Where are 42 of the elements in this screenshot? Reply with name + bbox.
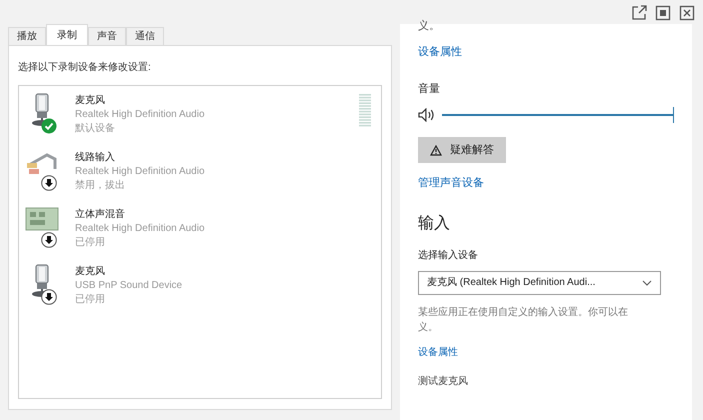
tab[interactable]: 录制 (46, 24, 88, 45)
note-text: 某些应用正在使用自定义的输入设置。你可以在 (418, 306, 629, 320)
tab[interactable]: 通信 (126, 27, 164, 45)
device-driver: Realtek High Definition Audio (75, 165, 205, 179)
device-status: 已停用 (75, 293, 106, 307)
warning-icon (430, 144, 442, 156)
close-icon[interactable] (679, 5, 695, 21)
device-status: 已停用 (75, 236, 106, 250)
device-properties-link[interactable]: 设备属性 (418, 44, 462, 60)
device-status: 禁用，拔出 (75, 179, 126, 193)
tab[interactable]: 声音 (88, 27, 126, 45)
instruction-text: 选择以下录制设备来修改设置: (18, 60, 152, 75)
test-microphone-label: 测试麦克风 (418, 374, 469, 388)
device-name: 线路输入 (75, 151, 116, 165)
device-name: 麦克风 (75, 265, 106, 279)
input-heading: 输入 (418, 214, 451, 234)
tab[interactable]: 播放 (8, 27, 46, 45)
device-item[interactable]: 线路输入 Realtek High Definition Audio 禁用，拔出 (23, 149, 323, 199)
device-item[interactable]: 麦克风 Realtek High Definition Audio 默认设备 (23, 92, 323, 142)
device-driver: USB PnP Sound Device (75, 279, 182, 293)
note-text: 义。 (418, 320, 439, 334)
device-item[interactable]: 立体声混音 Realtek High Definition Audio 已停用 (23, 206, 323, 256)
troubleshoot-button[interactable]: 疑难解答 (418, 137, 506, 163)
sound-card-icon (25, 206, 59, 232)
input-device-dropdown[interactable]: 麦克风 (Realtek High Definition Audi... (418, 270, 661, 294)
cut-off-text: 义。 (418, 20, 441, 32)
fullscreen-icon[interactable] (655, 5, 671, 21)
chevron-down-icon (642, 280, 652, 286)
select-input-label: 选择输入设备 (418, 248, 479, 262)
device-driver: Realtek High Definition Audio (75, 108, 205, 122)
volume-label: 音量 (418, 82, 441, 96)
device-driver: Realtek High Definition Audio (75, 222, 205, 236)
volume-slider[interactable] (442, 107, 674, 123)
device-item[interactable]: 麦克风 USB PnP Sound Device 已停用 (23, 263, 323, 313)
speaker-icon (418, 108, 436, 122)
level-meter-icon (359, 94, 371, 128)
device-status: 默认设备 (75, 122, 116, 136)
device-name: 立体声混音 (75, 208, 126, 222)
manage-sound-devices-link[interactable]: 管理声音设备 (418, 175, 484, 192)
device-name: 麦克风 (75, 94, 106, 108)
device-properties-link[interactable]: 设备属性 (418, 344, 458, 360)
popout-icon[interactable] (631, 5, 647, 21)
